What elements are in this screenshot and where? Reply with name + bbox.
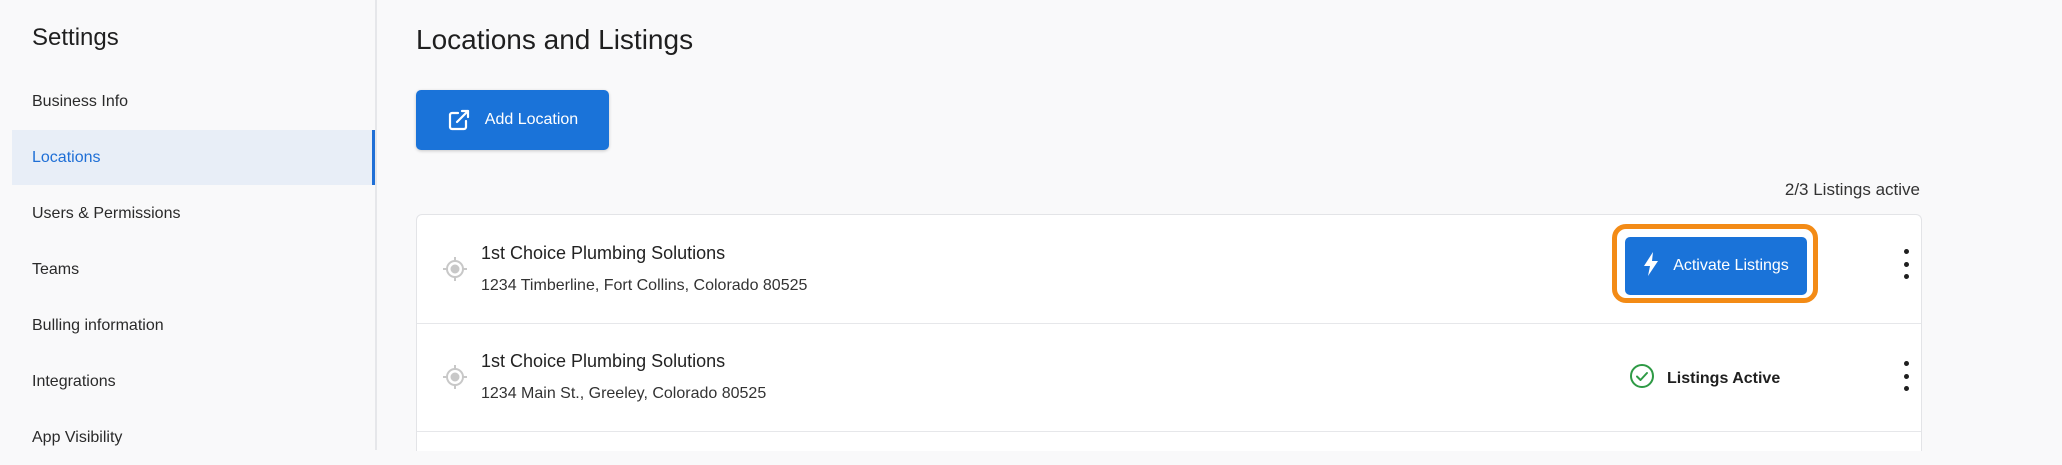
activate-listings-button[interactable]: Activate Listings <box>1625 237 1807 295</box>
listings-status-label: Listings Active <box>1667 369 1781 387</box>
sidebar-item-label: Integrations <box>32 372 116 390</box>
main-content: Locations and Listings Add Location 2/3 … <box>376 0 2062 451</box>
sidebar-item-label: Business Info <box>32 92 129 110</box>
sidebar-title: Settings <box>32 24 119 51</box>
sidebar-item-label: Bulling information <box>32 316 164 334</box>
sidebar-item-business-info[interactable]: Business Info <box>12 74 375 129</box>
sidebar-item-users-permissions[interactable]: Users & Permissions <box>12 186 375 241</box>
row-menu-button[interactable] <box>1899 249 1913 279</box>
sidebar-item-label: Locations <box>32 148 101 166</box>
sidebar-item-app-visibility[interactable]: App Visibility <box>12 410 375 465</box>
sidebar-item-label: Teams <box>32 260 80 278</box>
settings-sidebar: Settings Business Info Locations Users &… <box>0 0 377 450</box>
location-target-icon <box>441 255 469 288</box>
sidebar-item-billing-information[interactable]: Bulling information <box>12 298 375 353</box>
location-row: 1st Choice Plumbing Solutions 1234 Main … <box>417 323 1921 432</box>
add-location-label: Add Location <box>484 111 579 128</box>
check-circle-icon <box>1629 363 1655 394</box>
external-link-icon <box>447 108 471 132</box>
listings-active-count: 2/3 Listings active <box>1784 180 1920 199</box>
locations-list: 1st Choice Plumbing Solutions 1234 Timbe… <box>416 214 1922 451</box>
sidebar-item-teams[interactable]: Teams <box>12 242 375 297</box>
activate-listings-label: Activate Listings <box>1673 257 1789 274</box>
location-row: 1st Choice Plumbing Solutions 1234 Timbe… <box>417 215 1921 324</box>
location-target-icon <box>441 363 469 396</box>
location-address: 1234 Timberline, Fort Collins, Colorado … <box>481 277 808 294</box>
listings-status: Listings Active <box>1629 363 1780 394</box>
add-location-button[interactable]: Add Location <box>416 90 609 150</box>
location-name: 1st Choice Plumbing Solutions <box>481 351 726 371</box>
kebab-menu-icon <box>1903 249 1909 254</box>
kebab-menu-icon <box>1903 361 1909 366</box>
sidebar-item-locations[interactable]: Locations <box>12 130 375 185</box>
lightning-bolt-icon <box>1643 251 1659 281</box>
sidebar-item-label: Users & Permissions <box>32 204 181 222</box>
sidebar-item-integrations[interactable]: Integrations <box>12 354 375 409</box>
location-address: 1234 Main St., Greeley, Colorado 80525 <box>481 385 767 402</box>
page-title: Locations and Listings <box>416 24 694 55</box>
row-menu-button[interactable] <box>1899 361 1913 391</box>
sidebar-item-label: App Visibility <box>32 428 123 446</box>
location-name: 1st Choice Plumbing Solutions <box>481 243 726 263</box>
